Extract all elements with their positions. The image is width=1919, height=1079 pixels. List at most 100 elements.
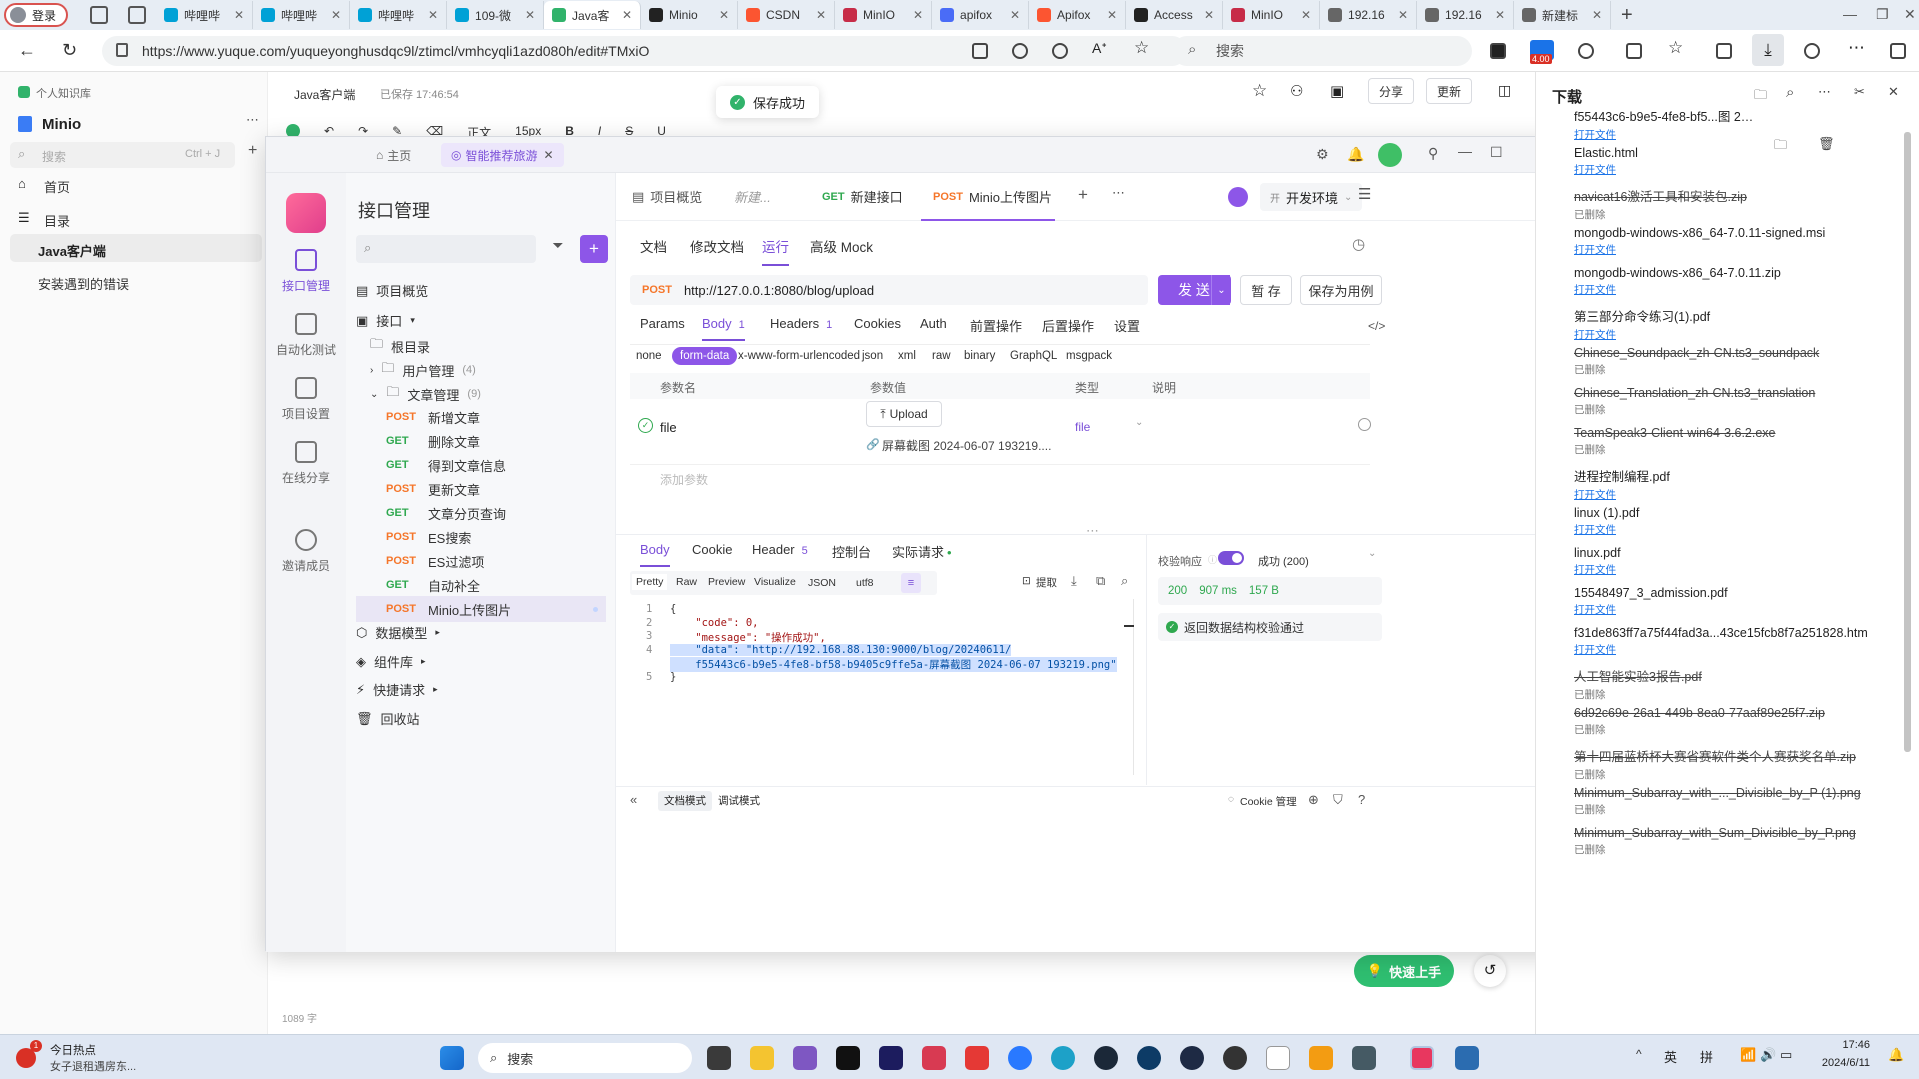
app-icon[interactable] [1008,1046,1032,1070]
tab-new-api[interactable]: GET 新建接口 [822,187,903,206]
chevron-down-icon[interactable]: ⌄ [1368,548,1376,559]
download-item[interactable]: navicat16激活工具和安装包.zip 已删除 [1574,186,1904,222]
space-label[interactable]: 个人知识库 [36,85,91,101]
search-icon[interactable]: ⌕ [1121,573,1128,589]
view-mode-option[interactable]: Raw [676,576,697,588]
request-url-bar[interactable]: POST http://127.0.0.1:8080/blog/upload [630,275,1148,305]
open-file-link[interactable]: 打开文件 [1574,602,1904,617]
rail-online-share[interactable]: 在线分享 [266,441,346,486]
copy-icon[interactable]: ⧉ [1096,573,1105,589]
response-code-view[interactable]: 1{2 "code": 0, 3 "message": "操作成功", 4 "dat… [630,599,1134,775]
more-icon[interactable]: ⋯ [1818,84,1831,100]
pycharm-icon[interactable] [836,1046,860,1070]
close-tab-icon[interactable]: ✕ [1301,8,1311,22]
sub-tab[interactable]: 文档 [640,236,667,256]
new-tab-button[interactable]: + [1621,4,1633,27]
api-item[interactable]: POST 更新文章 [386,476,636,502]
close-icon[interactable]: ✕ [544,148,554,162]
nav-toc[interactable]: 目录 [44,211,70,230]
browser-tab[interactable]: Access ✕ [1126,1,1224,29]
close-tab-icon[interactable]: ✕ [428,8,438,22]
profile-login-button[interactable]: 登录 [4,3,69,27]
edge-icon[interactable] [1051,1046,1075,1070]
present-icon[interactable]: ▣ [1330,82,1344,100]
more-icon[interactable]: ⋯ [1848,38,1865,58]
visual-studio-icon[interactable] [793,1046,817,1070]
app-view-icon[interactable] [972,43,988,59]
debug-mode-button[interactable]: 调试模式 [712,791,766,811]
enabled-checkbox[interactable]: ✓ [638,418,653,433]
download-item[interactable]: 人工智能实验3报告.pdf 已删除 [1574,666,1904,702]
param-tab[interactable]: Cookies [854,316,901,331]
scrollbar[interactable] [1904,132,1911,752]
ime-mode[interactable]: 拼 [1700,1047,1713,1066]
back-icon[interactable]: ← [18,40,36,61]
open-file-link[interactable]: 打开文件 [1574,162,1904,177]
browser-tab[interactable]: 新建标 ✕ [1514,1,1612,29]
zoom-icon[interactable] [1012,43,1028,59]
app-icon[interactable] [1309,1046,1333,1070]
dell-icon[interactable] [1223,1046,1247,1070]
tree-recycle-bin[interactable]: 🗑 回收站 [356,709,420,728]
more-tabs-icon[interactable]: ⋯ [1112,185,1125,201]
download-item[interactable]: 第三部分命令练习(1).pdf 打开文件 [1574,306,1904,342]
apifox-taskbar-icon[interactable] [1410,1046,1434,1070]
sub-tab[interactable]: 修改文档 [690,236,744,256]
scroll-indicator[interactable] [1124,625,1134,627]
wifi-icon[interactable]: 📶 [1740,1047,1756,1063]
response-tab[interactable]: Header 5 [752,542,808,557]
nav-home[interactable]: 首页 [44,177,70,196]
app-icon[interactable] [1352,1046,1376,1070]
close-tab-icon[interactable]: ✕ [719,8,729,22]
body-type-option[interactable]: msgpack [1066,350,1112,362]
remove-param-icon[interactable] [1358,418,1371,431]
tree-components[interactable]: ◈ 组件库 ▸ [356,652,426,671]
shirt-icon[interactable]: ⛉ [1333,792,1343,808]
close-tab-icon[interactable]: ✕ [1592,8,1602,22]
view-mode-option[interactable]: Pretty [632,574,668,590]
tree-quick-requests[interactable]: ⚡ 快捷请求 ▸ [356,680,438,699]
clock-date[interactable]: 2024/6/11 [1808,1057,1870,1069]
app-icon[interactable] [1455,1046,1479,1070]
param-tab[interactable]: Headers 1 [770,316,832,331]
settings-icon[interactable]: ⚙ [1316,146,1329,163]
body-type-option[interactable]: x-www-form-urlencoded [738,350,860,362]
app-icon[interactable] [1180,1046,1204,1070]
volume-icon[interactable]: 🔊 [1760,1047,1776,1063]
wallet-icon[interactable] [1490,43,1506,59]
downloads-icon[interactable]: ⤓ [1752,34,1784,66]
bell-icon[interactable]: 🔔 [1347,146,1364,163]
sub-tab[interactable]: 运行 [762,236,789,266]
save-as-case-button[interactable]: 保存为用例 [1300,275,1382,305]
sidebar-icon[interactable] [1890,43,1906,59]
vertical-splitter[interactable] [1146,535,1147,785]
book-more-icon[interactable]: ⋯ [246,112,259,128]
ime-lang[interactable]: 英 [1664,1047,1677,1066]
body-type-option[interactable]: form-data [672,347,738,365]
download-item[interactable]: linux.pdf 打开文件 [1574,546,1904,577]
api-item[interactable]: GET 删除文章 [386,428,636,454]
api-item[interactable]: GET 自动补全 [386,572,636,598]
doc-mode-button[interactable]: 文档模式 [658,791,712,811]
rail-api-mgmt[interactable]: 接口管理 [266,249,346,294]
refresh-icon[interactable]: ↻ [62,40,77,61]
close-tab-icon[interactable]: ✕ [1398,8,1408,22]
file-explorer-icon[interactable] [750,1046,774,1070]
format-select[interactable]: JSON [808,577,836,589]
body-type-option[interactable]: xml [898,350,916,362]
response-tab[interactable]: Body [640,542,670,567]
api-item[interactable]: POST ES过滤项 [386,548,636,574]
layout-icon[interactable]: ◫ [1498,82,1511,99]
download-item[interactable]: Chinese_Soundpack_zh-CN.ts3_soundpack 已删除 [1574,346,1904,377]
extract-button[interactable]: 提取 [1036,575,1057,590]
rail-project-settings[interactable]: 项目设置 [266,377,346,422]
body-type-option[interactable]: none [636,350,662,362]
rail-invite[interactable]: 邀请成员 [266,529,346,574]
close-tab-icon[interactable]: ✕ [1495,8,1505,22]
collaborator-icon[interactable]: ⚇ [1290,82,1303,100]
browser-tab[interactable]: 192.16 ✕ [1320,1,1418,29]
tab-project[interactable]: ◎ 智能推荐旅游 ✕ [441,143,564,167]
browser-tab[interactable]: 192.16 ✕ [1417,1,1515,29]
open-file-link[interactable]: 打开文件 [1574,487,1904,502]
view-mode-option[interactable]: Visualize [754,576,796,588]
